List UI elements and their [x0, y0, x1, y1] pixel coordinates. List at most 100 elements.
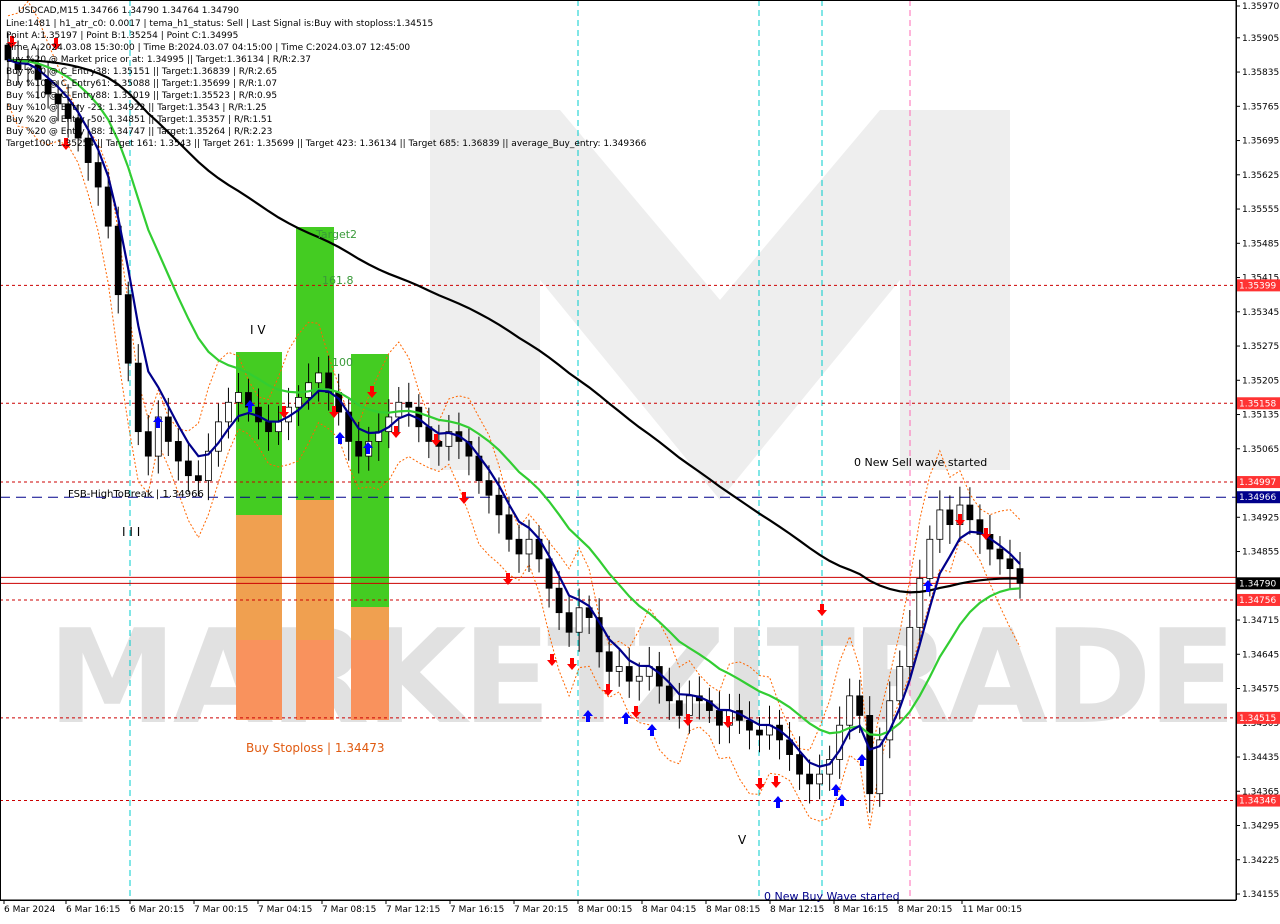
price-tick-label: 1.35835 [1242, 68, 1279, 78]
candle-body [635, 675, 643, 682]
time-tick-label: 8 Mar 12:15 [770, 905, 824, 915]
wave-iv-label: I V [250, 323, 266, 337]
price-tag-label: 1.34790 [1239, 579, 1276, 589]
time-tick-label: 7 Mar 08:15 [322, 905, 376, 915]
candle-body [996, 548, 1004, 560]
candle-body [194, 475, 202, 481]
sell-arrow-icon [771, 776, 781, 788]
time-tick-label: 7 Mar 16:15 [450, 905, 504, 915]
price-chart: MARKETZITRADE Target2161.8100I VI I IVFS… [0, 0, 1280, 920]
price-tick-label: 1.35765 [1242, 102, 1279, 112]
candle-body [174, 441, 182, 462]
candle-body [916, 578, 924, 628]
buy-arrow-icon [837, 794, 847, 806]
candle-body [405, 401, 413, 408]
fib161-label: 161.8 [322, 274, 354, 287]
candle-body [856, 695, 864, 716]
target-zone-salmon-2 [296, 640, 334, 720]
candle-body [866, 715, 874, 795]
price-tick-label: 1.35345 [1242, 308, 1279, 318]
chart-title: USDCAD,M15 1.34766 1.34790 1.34764 1.347… [18, 6, 239, 16]
fib100-label: 100 [332, 356, 353, 369]
watermark-logo [430, 110, 1010, 500]
chart-window: MARKETZITRADE Target2 161.8 100 I VI I I V FS… [0, 0, 1280, 920]
target-zones [236, 227, 389, 720]
time-tick-label: 8 Mar 20:15 [898, 905, 952, 915]
target2-label: Target2 [315, 228, 357, 241]
new-buy-label: 0 New Buy Wave started [764, 890, 900, 903]
candle-body [896, 666, 904, 702]
candle-body [225, 401, 232, 423]
target-zone-green-1 [236, 352, 282, 515]
candle-body [615, 666, 623, 672]
price-tick-label: 1.34295 [1242, 822, 1279, 832]
candle-body [846, 695, 854, 726]
time-tick-label: 8 Mar 08:15 [706, 905, 760, 915]
candle-body [265, 421, 272, 433]
time-tick-label: 6 Mar 2024 [4, 905, 56, 915]
candle-body [545, 558, 553, 589]
price-tick-label: 1.35275 [1242, 342, 1279, 352]
price-tick-label: 1.34855 [1242, 548, 1279, 558]
buy-arrow-icon [335, 432, 345, 444]
header-line-7: Buy %10 @ C_Entry88: 1.35019 || Target:1… [6, 91, 277, 101]
candle-body [796, 754, 803, 775]
candle-body [565, 612, 573, 633]
price-tick-label: 1.34575 [1242, 685, 1279, 695]
price-tick-label: 1.34645 [1242, 650, 1279, 660]
wave-v-label: V [738, 833, 747, 847]
header-line-1: Line:1481 | h1_atr_c0: 0.0017 | tema_h1_… [6, 19, 433, 29]
wave-iii-label: I I I [122, 525, 140, 539]
price-tick-label: 1.34715 [1242, 616, 1279, 626]
buy-stoploss-label: Buy Stoploss | 1.34473 [246, 741, 385, 755]
price-tick-label: 1.35695 [1242, 137, 1279, 147]
price-tag-label: 1.34515 [1239, 714, 1276, 724]
buy-arrow-icon [773, 796, 783, 808]
price-tick-label: 1.35205 [1242, 376, 1279, 386]
time-tick-label: 7 Mar 20:15 [514, 905, 568, 915]
candle-body [94, 162, 102, 188]
candle-body [575, 607, 583, 633]
price-tag-label: 1.35399 [1239, 281, 1276, 291]
candle-body [104, 186, 112, 227]
candle-body [716, 710, 723, 726]
header-line-11: Target100: 1.35254 || Target 161: 1.3543… [5, 139, 647, 149]
price-tick-label: 1.34435 [1242, 753, 1279, 763]
price-tick-label: 1.34925 [1242, 513, 1279, 523]
candle-body [505, 514, 513, 540]
price-axis: 1.35970 1.35905 1.35835 1.35765 1.35695 1.356… [1236, 0, 1280, 920]
time-tick-label: 7 Mar 04:15 [258, 905, 312, 915]
price-tick-label: 1.34155 [1242, 890, 1279, 900]
candle-body [164, 416, 172, 442]
header-line-6: Buy %10 @ C_Entry61: 1.35088 || Target:1… [6, 79, 277, 89]
candle-body [605, 651, 613, 672]
target-zone-salmon-3 [351, 640, 389, 720]
time-tick-label: 11 Mar 00:15 [962, 905, 1022, 915]
price-tick-label: 1.34225 [1242, 856, 1279, 866]
header-line-3: Time A:2024.03.08 15:30:00 | Time B:2024… [5, 43, 410, 53]
price-tag-label: 1.34966 [1239, 493, 1276, 503]
time-axis: 6 Mar 2024 6 Mar 16:15 6 Mar 20:15 7 Mar 00… [0, 900, 1236, 915]
price-tick-label: 1.35625 [1242, 171, 1279, 181]
header-line-9: Buy %20 @ Entry -50: 1.34851 || Target:1… [6, 115, 272, 125]
sell-arrow-icon [391, 426, 401, 438]
candle-body [966, 504, 974, 521]
candle-body [525, 538, 533, 555]
price-tag-label: 1.34346 [1239, 797, 1276, 807]
candle-body [926, 538, 934, 579]
time-tick-label: 8 Mar 16:15 [834, 905, 888, 915]
time-tick-label: 6 Mar 16:15 [66, 905, 120, 915]
header-line-2: Point A:1.35197 | Point B:1.35254 | Poin… [6, 31, 238, 41]
price-tag-label: 1.34997 [1239, 478, 1276, 488]
price-tick-label: 1.35555 [1242, 205, 1279, 215]
candle-body [275, 421, 282, 433]
price-tick-label: 1.35970 [1242, 2, 1279, 12]
candle-body [114, 225, 122, 296]
candle-body [355, 441, 363, 457]
time-tick-label: 7 Mar 12:15 [386, 905, 440, 915]
new-sell-label: 0 New Sell wave started [854, 456, 987, 469]
price-tick-label: 1.35065 [1242, 445, 1279, 455]
target-zone-salmon-1 [236, 640, 282, 720]
header-line-5: Buy %10 @ C_Entry38: 1.35151 || Target:1… [6, 67, 277, 77]
candle-body [756, 729, 763, 736]
